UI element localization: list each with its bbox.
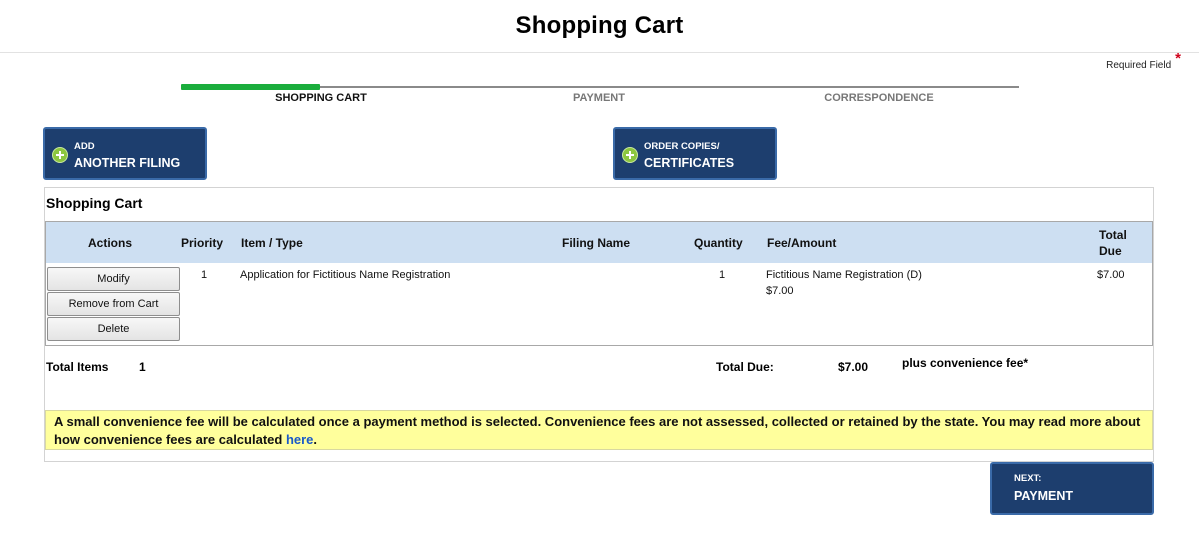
required-field-label: Required Field bbox=[1106, 60, 1172, 71]
convenience-fee-note: plus convenience fee* bbox=[902, 356, 1029, 370]
notice-text: A small convenience fee will be calculat… bbox=[54, 414, 1141, 447]
required-asterisk: * bbox=[1175, 50, 1181, 67]
required-field-legend: Required Field * bbox=[1106, 50, 1181, 72]
add-filing-small-label: ADD bbox=[74, 141, 95, 152]
title-divider bbox=[0, 52, 1199, 53]
cell-item-type: Application for Fictitious Name Registra… bbox=[240, 269, 451, 281]
notice-end: . bbox=[313, 432, 318, 447]
column-header-total-line2: Due bbox=[1099, 244, 1122, 258]
step-correspondence: CORRESPONDENCE bbox=[824, 92, 934, 104]
table-header: Actions Priority Item / Type Filing Name… bbox=[46, 222, 1152, 263]
delete-button[interactable]: Delete bbox=[47, 317, 180, 341]
page-title: Shopping Cart bbox=[515, 12, 684, 39]
plus-circle-icon bbox=[52, 147, 68, 163]
step-shopping-cart: SHOPPING CART bbox=[275, 92, 367, 104]
next-small-label: NEXT: bbox=[1014, 473, 1042, 484]
column-header-priority: Priority bbox=[181, 236, 224, 250]
convenience-fee-link[interactable]: here bbox=[286, 432, 313, 447]
column-header-actions: Actions bbox=[88, 236, 133, 250]
cell-priority: 1 bbox=[201, 269, 208, 281]
next-payment-button[interactable]: NEXT: PAYMENT bbox=[990, 462, 1154, 515]
column-header-total-line1: Total bbox=[1099, 228, 1127, 242]
total-items-value: 1 bbox=[139, 360, 146, 374]
column-header-filing-name: Filing Name bbox=[562, 236, 631, 250]
cell-fee-amount: $7.00 bbox=[766, 285, 794, 297]
order-copies-small-label: ORDER COPIES/ bbox=[644, 141, 720, 152]
cart-table: Actions Priority Item / Type Filing Name… bbox=[45, 221, 1153, 346]
add-another-filing-button[interactable]: ADD ANOTHER FILING bbox=[43, 127, 207, 180]
next-big-label: PAYMENT bbox=[1014, 489, 1074, 503]
cell-quantity: 1 bbox=[719, 269, 726, 281]
progress-fill bbox=[181, 84, 320, 90]
cell-fee-name: Fictitious Name Registration (D) bbox=[766, 269, 922, 281]
column-header-fee-amount: Fee/Amount bbox=[767, 236, 837, 250]
order-copies-big-label: CERTIFICATES bbox=[644, 156, 735, 170]
column-header-item-type: Item / Type bbox=[241, 236, 303, 250]
remove-from-cart-button[interactable]: Remove from Cart bbox=[47, 292, 180, 316]
total-due-label: Total Due: bbox=[716, 360, 774, 374]
total-due-value: $7.00 bbox=[838, 360, 869, 374]
total-items-label: Total Items bbox=[46, 360, 109, 374]
plus-circle-icon bbox=[622, 147, 638, 163]
add-filing-big-label: ANOTHER FILING bbox=[74, 156, 181, 170]
step-payment: PAYMENT bbox=[573, 92, 625, 104]
cell-total-due: $7.00 bbox=[1097, 269, 1125, 281]
modify-button[interactable]: Modify bbox=[47, 267, 180, 291]
cart-heading: Shopping Cart bbox=[46, 195, 143, 211]
order-copies-certificates-button[interactable]: ORDER COPIES/ CERTIFICATES bbox=[613, 127, 777, 180]
column-header-quantity: Quantity bbox=[694, 236, 743, 250]
convenience-fee-notice: A small convenience fee will be calculat… bbox=[45, 410, 1153, 450]
